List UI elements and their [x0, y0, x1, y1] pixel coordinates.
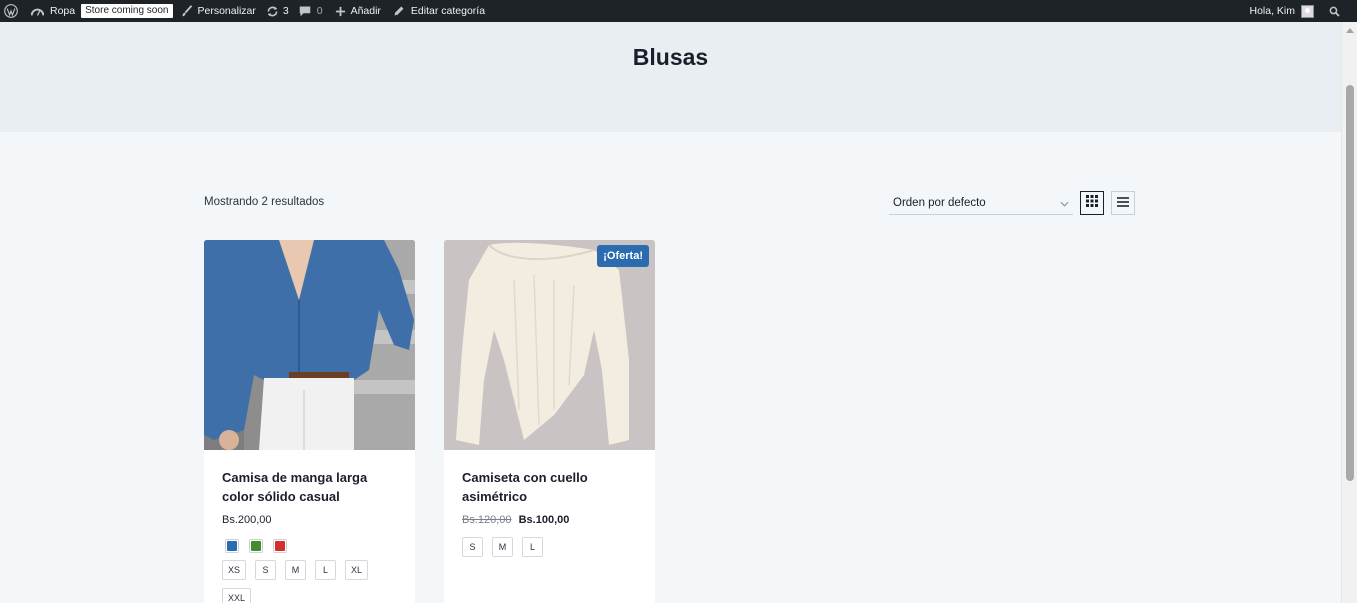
store-status-badge[interactable]: Store coming soon: [81, 4, 173, 18]
product-card[interactable]: Camisa de manga larga color sólido casua…: [204, 240, 415, 603]
greeting: Hola, Kim: [1249, 5, 1295, 17]
size-option[interactable]: M: [492, 537, 513, 557]
orderby-value: Orden por defecto: [893, 196, 986, 209]
scrollbar-thumb[interactable]: [1346, 85, 1354, 481]
product-image[interactable]: [204, 240, 415, 450]
admin-bar: Ropa Store coming soon Personalizar 3 0: [0, 0, 1357, 22]
sale-badge: ¡Oferta!: [597, 245, 649, 267]
size-option[interactable]: XL: [345, 560, 369, 580]
site-name: Ropa: [50, 5, 76, 17]
list-icon: [1117, 194, 1129, 212]
product-title[interactable]: Camiseta con cuello asimétrico: [462, 468, 642, 506]
regular-price: Bs.120,00: [462, 514, 512, 526]
size-option[interactable]: L: [522, 537, 543, 557]
swatch-red[interactable]: [273, 539, 287, 553]
size-option[interactable]: M: [285, 560, 307, 580]
size-options: XS S M L XL XXL: [222, 560, 402, 603]
grid-view-button[interactable]: [1080, 191, 1104, 215]
add-new-menu[interactable]: Añadir: [331, 0, 389, 22]
search-icon[interactable]: [1322, 0, 1357, 22]
swatch-green[interactable]: [249, 539, 263, 553]
pencil-icon: [393, 5, 405, 17]
color-swatches: [225, 539, 287, 553]
site-name-menu[interactable]: Ropa: [23, 0, 81, 22]
size-option[interactable]: L: [315, 560, 337, 580]
scroll-up-arrow-icon[interactable]: [1342, 22, 1357, 38]
avatar: [1301, 4, 1314, 18]
size-option[interactable]: S: [255, 560, 277, 580]
updates-count: 3: [282, 5, 289, 17]
page-scrollbar[interactable]: [1341, 22, 1357, 603]
grid-icon: [1086, 194, 1098, 212]
size-option[interactable]: XS: [222, 560, 247, 580]
my-account-menu[interactable]: Hola, Kim: [1249, 0, 1322, 22]
updates-icon: [266, 5, 279, 18]
page-title: Blusas: [632, 44, 709, 70]
comments-count: 0: [316, 5, 323, 17]
chevron-down-icon: [1060, 198, 1069, 210]
customize-label: Personalizar: [197, 5, 256, 17]
comment-icon: [299, 5, 311, 17]
page-header: [0, 22, 1341, 132]
product-image[interactable]: ¡Oferta!: [444, 240, 655, 450]
plus-icon: [335, 6, 346, 17]
brush-icon: [181, 5, 193, 17]
swatch-blue[interactable]: [225, 539, 239, 553]
product-price: Bs.200,00: [222, 514, 272, 526]
comments-link[interactable]: 0: [297, 0, 331, 22]
edit-category-link[interactable]: Editar categoría: [389, 0, 493, 22]
edit-category-label: Editar categoría: [410, 5, 486, 17]
customize-link[interactable]: Personalizar: [179, 0, 264, 22]
price-amount: Bs.200,00: [222, 514, 272, 526]
size-option[interactable]: S: [462, 537, 483, 557]
product-card[interactable]: ¡Oferta! Camiseta con cuello asimétrico …: [444, 240, 655, 603]
product-price: Bs.120,00 Bs.100,00: [462, 514, 569, 526]
sale-price: Bs.100,00: [518, 514, 570, 526]
wordpress-logo-icon[interactable]: [0, 0, 23, 22]
dashboard-icon: [31, 6, 44, 17]
size-option[interactable]: XXL: [222, 588, 252, 603]
orderby-select[interactable]: Orden por defecto: [889, 191, 1073, 215]
product-title[interactable]: Camisa de manga larga color sólido casua…: [222, 468, 402, 506]
result-count: Mostrando 2 resultados: [204, 196, 325, 208]
size-options: S M L: [462, 537, 642, 557]
list-view-button[interactable]: [1111, 191, 1135, 215]
updates-link[interactable]: 3: [264, 0, 297, 22]
add-new-label: Añadir: [350, 5, 381, 17]
